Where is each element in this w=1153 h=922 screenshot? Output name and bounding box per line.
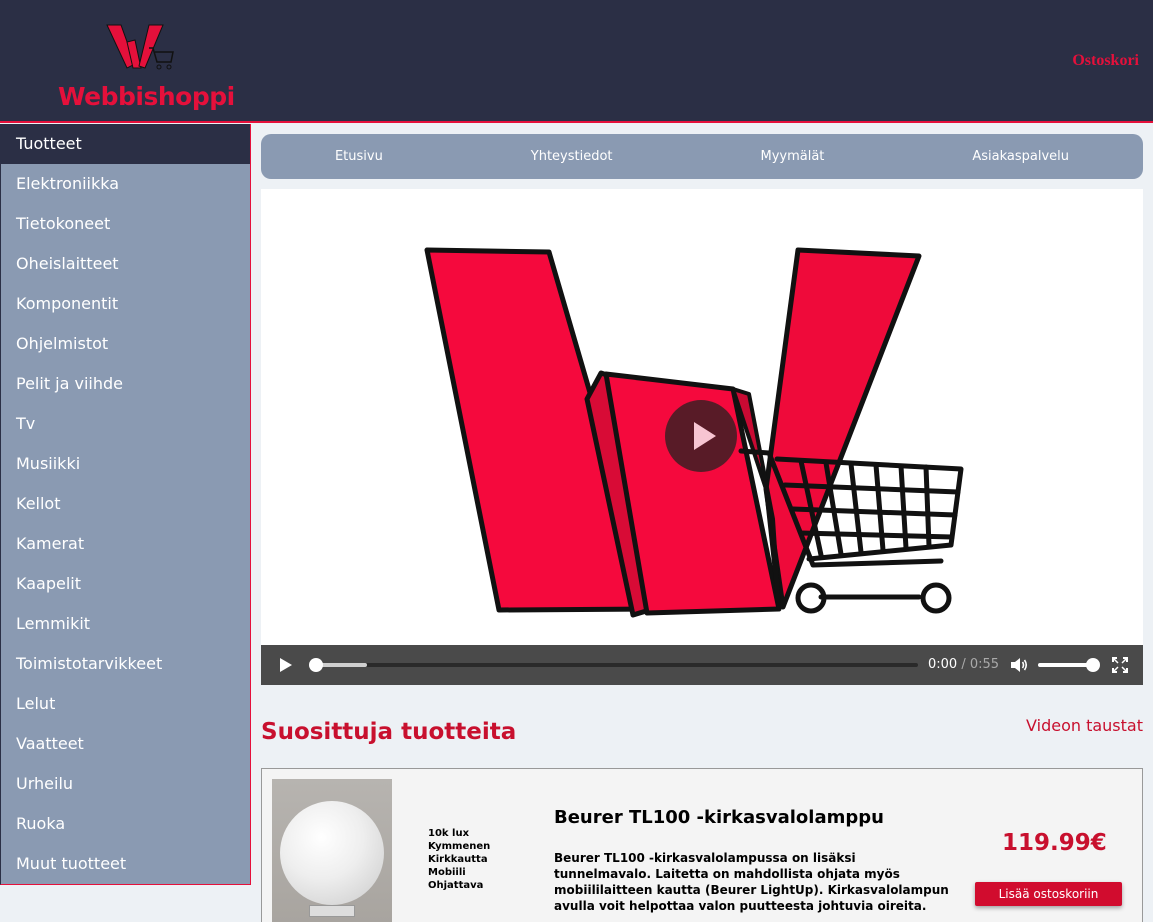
logo[interactable]: Webbishoppi [55,18,235,113]
feature-item: Kirkkautta [428,854,488,865]
sidebar-item-tv[interactable]: Tv [1,404,250,444]
progress-bar[interactable] [309,658,918,672]
video-player[interactable]: 0:00 / 0:55 [261,189,1143,685]
duration: 0:55 [969,657,1000,672]
product-price: 119.99€ [1002,830,1107,856]
feature-item: Mobiili [428,867,466,878]
sidebar-item-kaapelit[interactable]: Kaapelit [1,564,250,604]
nav-asiakaspalvelu[interactable]: Asiakaspalvelu [972,149,1069,164]
sidebar-item-kamerat[interactable]: Kamerat [1,524,250,564]
current-time: 0:00 [928,657,958,672]
sidebar-item-pelit-ja-viihde[interactable]: Pelit ja viihde [1,364,250,404]
product-card: 10k lux Kymmenen Kirkkautta Mobiili Ohjattav… [261,768,1143,922]
sidebar-item-lemmikit[interactable]: Lemmikit [1,604,250,644]
sidebar-item-lelut[interactable]: Lelut [1,684,250,724]
video-controls: 0:00 / 0:55 [261,645,1143,685]
sidebar-item-tietokoneet[interactable]: Tietokoneet [1,204,250,244]
product-name[interactable]: Beurer TL100 -kirkasvalolamppu [554,807,884,828]
fullscreen-icon[interactable] [1112,657,1128,673]
lamp-base [309,905,355,917]
sidebar-item-ohjelmistot[interactable]: Ohjelmistot [1,324,250,364]
video-background-link[interactable]: Videon taustat [1026,716,1143,735]
big-play-button[interactable] [665,400,737,472]
nav-myymalat[interactable]: Myymälät [760,149,824,164]
product-features: 10k lux Kymmenen Kirkkautta Mobiili Ohjattav… [428,827,490,892]
sidebar-item-oheislaitteet[interactable]: Oheislaitteet [1,244,250,284]
cart-link[interactable]: Ostoskori [1072,52,1139,70]
lamp-globe [280,801,384,905]
nav-etusivu[interactable]: Etusivu [335,149,383,164]
feature-item: 10k lux [428,828,470,839]
sidebar-item-tuotteet[interactable]: Tuotteet [1,124,250,164]
sidebar: Tuotteet Elektroniikka Tietokoneet Oheislai… [0,124,251,885]
progress-knob[interactable] [309,658,323,672]
time-display: 0:00 / 0:55 [928,657,1000,672]
product-description: Beurer TL100 -kirkasvalolampussa on lisä… [554,851,949,913]
play-icon[interactable] [279,658,293,672]
logo-w-cart-icon [106,24,174,70]
logo-text: Webbishoppi [58,82,235,111]
product-image[interactable] [272,779,392,922]
section-title: Suosittuja tuotteita [261,719,517,745]
top-nav: Etusivu Yhteystiedot Myymälät Asiakaspal… [261,134,1143,179]
sidebar-item-muut-tuotteet[interactable]: Muut tuotteet [1,844,250,884]
sidebar-item-komponentit[interactable]: Komponentit [1,284,250,324]
add-to-cart-button[interactable]: Lisää ostoskoriin [975,882,1122,906]
feature-item: Ohjattava [428,880,484,891]
nav-yhteystiedot[interactable]: Yhteystiedot [531,149,613,164]
sidebar-item-elektroniikka[interactable]: Elektroniikka [1,164,250,204]
sidebar-item-musiikki[interactable]: Musiikki [1,444,250,484]
sidebar-item-kellot[interactable]: Kellot [1,484,250,524]
volume-icon[interactable] [1009,655,1029,675]
sidebar-item-vaatteet[interactable]: Vaatteet [1,724,250,764]
sidebar-item-toimistotarvikkeet[interactable]: Toimistotarvikkeet [1,644,250,684]
sidebar-item-urheilu[interactable]: Urheilu [1,764,250,804]
sidebar-item-ruoka[interactable]: Ruoka [1,804,250,844]
volume-knob[interactable] [1086,658,1100,672]
feature-item: Kymmenen [428,841,491,852]
site-header: Webbishoppi Ostoskori [0,0,1153,123]
